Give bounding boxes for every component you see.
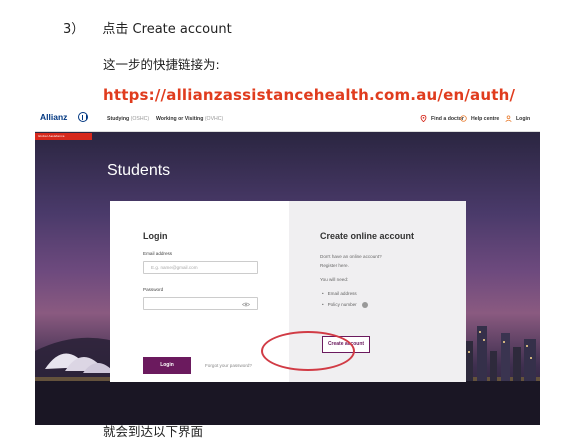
nav-studying[interactable]: Studying (OSHC) <box>107 116 149 122</box>
need-email-label: Email address <box>327 291 357 296</box>
email-field[interactable]: E.g. name@gmail.com <box>143 261 258 274</box>
need-policy-label: Policy number <box>327 302 357 308</box>
user-icon <box>505 115 512 122</box>
login-button[interactable]: Login <box>143 357 191 374</box>
nav-studying-label: Studying <box>107 116 130 122</box>
email-label: Email address <box>143 251 173 256</box>
login-nav-label: Login <box>516 115 531 122</box>
eye-icon[interactable] <box>242 302 250 307</box>
login-heading: Login <box>143 231 168 241</box>
step-line: 3） 点击 Create account <box>63 18 232 37</box>
brand-name: Allianz <box>40 112 68 122</box>
no-account-text: Don't have an online account? <box>320 254 382 259</box>
forgot-password-link[interactable]: Forgot your password? <box>205 363 252 368</box>
shortcut-label: 这一步的快捷链接为: <box>103 57 220 72</box>
location-pin-icon <box>420 115 427 122</box>
bottom-caption: 就会到达以下界面 <box>103 424 204 439</box>
nav-studying-code: (OSHC) <box>130 116 150 122</box>
nav-working-visiting[interactable]: Working or Visiting (OVHC) <box>156 116 223 122</box>
nav-working-label: Working or Visiting <box>156 116 204 122</box>
nav-find-doctor[interactable]: Find a doctor <box>420 115 464 122</box>
highlight-ring <box>261 331 355 371</box>
you-will-need-text: You will need: <box>320 277 349 282</box>
need-item-policy: Policy number <box>322 302 368 308</box>
step-number: 3） <box>63 22 85 37</box>
site-header: Allianz Studying (OSHC) Working or Visit… <box>35 109 540 132</box>
create-heading: Create online account <box>320 231 415 241</box>
password-field[interactable] <box>143 297 258 310</box>
step-text: 点击 Create account <box>102 22 232 37</box>
register-here-text: Register here. <box>320 263 349 268</box>
find-doctor-label: Find a doctor <box>431 115 464 122</box>
help-circle-icon <box>460 115 467 122</box>
email-placeholder: E.g. name@gmail.com <box>151 265 198 270</box>
nav-working-code: (OVHC) <box>204 116 224 122</box>
password-label: Password <box>143 287 164 292</box>
allianz-emblem-icon <box>78 112 88 122</box>
nav-help-centre[interactable]: Help centre <box>460 115 499 122</box>
shortcut-url[interactable]: https://allianzassistancehealth.com.au/e… <box>103 86 515 104</box>
brand-tagline: Global Assistance <box>35 133 92 140</box>
need-item-email: Email address <box>322 291 357 296</box>
nav-login[interactable]: Login <box>505 115 530 122</box>
info-icon[interactable] <box>361 302 368 308</box>
site-screenshot: Allianz Studying (OSHC) Working or Visit… <box>35 109 540 425</box>
help-centre-label: Help centre <box>471 115 500 122</box>
brand-logo[interactable]: Allianz <box>35 109 92 131</box>
page-title: Students <box>107 162 171 179</box>
